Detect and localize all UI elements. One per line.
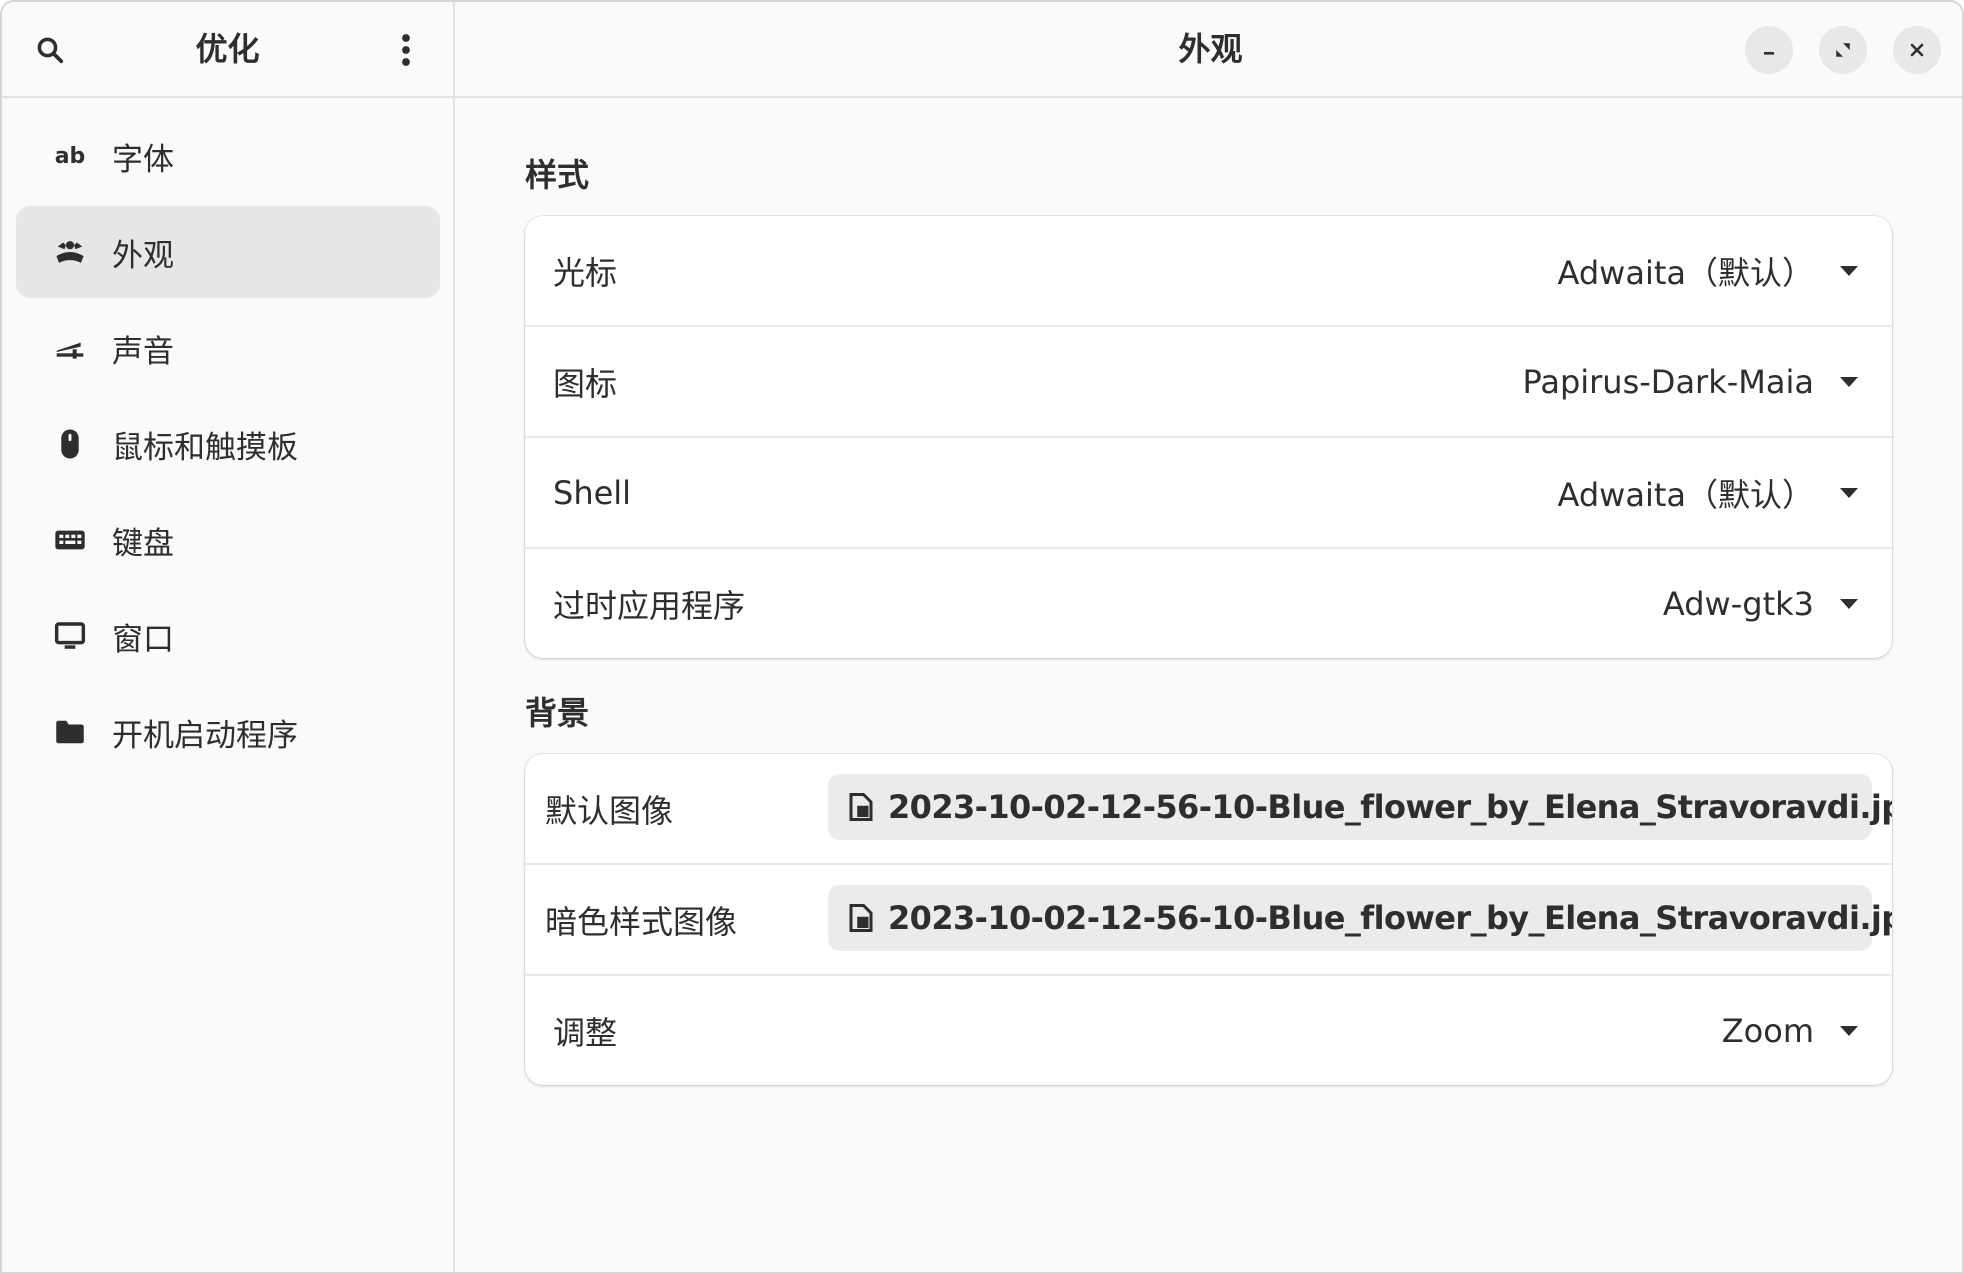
sidebar-header: 优化 [2,2,453,98]
dark-image-file-button[interactable]: 2023-10-02-12-56-10-Blue_flower_by_Elena… [828,885,1892,951]
legacy-apps-theme-label: 过时应用程序 [553,586,746,625]
dark-image-row: 暗色样式图像 2023-10-02-12-56-10-Blue_flower_b… [525,865,1892,976]
sidebar-item-label: 鼠标和触摸板 [112,429,298,466]
sidebar-item-windows[interactable]: 窗口 [16,590,440,682]
image-file-icon [848,902,874,934]
sidebar-item-label: 窗口 [112,621,174,658]
keyboard-icon [52,522,88,558]
tweaks-window: 优化 ab 字体 外观 声音 鼠标和触摸板 键盘 窗口 开机启动程序 外观 样式… [0,0,1964,1274]
default-image-label: 默认图像 [545,791,674,830]
maximize-icon [1836,43,1850,57]
search-button[interactable] [22,24,78,76]
chevron-down-icon [1840,376,1858,387]
kebab-menu-icon [402,34,410,66]
folder-icon [52,714,88,750]
default-image-file-button[interactable]: 2023-10-02-12-56-10-Blue_flower_by_Elena… [828,774,1892,840]
sidebar-item-label: 声音 [112,333,174,370]
shell-theme-label: Shell [553,473,632,512]
cursor-theme-label: 光标 [553,253,618,292]
font-ab-icon: ab [54,143,86,169]
legacy-apps-theme-value: Adw-gtk3 [1662,584,1814,623]
default-image-filename: 2023-10-02-12-56-10-Blue_flower_by_Elena… [888,788,1892,826]
icon-theme-label: 图标 [553,364,618,403]
maximize-button[interactable] [1819,26,1867,74]
styles-section-title: 样式 [525,156,590,194]
adjustment-row[interactable]: 调整 Zoom [525,976,1892,1085]
sidebar-list: ab 字体 外观 声音 鼠标和触摸板 键盘 窗口 开机启动程序 [16,110,440,782]
cursor-theme-value: Adwaita（默认） [1557,253,1814,292]
legacy-apps-theme-row[interactable]: 过时应用程序 Adw-gtk3 [525,549,1892,658]
cursor-theme-row[interactable]: 光标 Adwaita（默认） [525,216,1892,327]
adjustment-label: 调整 [553,1013,618,1052]
chevron-down-icon [1840,487,1858,498]
mouse-icon [52,426,88,462]
sidebar-item-keyboard[interactable]: 键盘 [16,494,440,586]
chevron-down-icon [1840,265,1858,276]
page-title: 外观 [1178,30,1243,68]
image-file-icon [848,791,874,823]
background-section-title: 背景 [525,694,590,732]
sidebar-item-fonts[interactable]: ab 字体 [16,110,440,202]
chevron-down-icon [1840,1025,1858,1036]
chevron-down-icon [1840,598,1858,609]
sidebar-item-label: 外观 [112,237,174,274]
appearance-icon [52,234,88,270]
dark-image-filename: 2023-10-02-12-56-10-Blue_flower_by_Elena… [888,899,1892,937]
adjustment-value: Zoom [1721,1011,1814,1050]
sidebar-item-startup-apps[interactable]: 开机启动程序 [16,686,440,778]
sidebar-item-appearance[interactable]: 外观 [16,206,440,298]
main-menu-button[interactable] [378,24,434,76]
sound-icon [52,330,88,366]
sidebar: 优化 ab 字体 外观 声音 鼠标和触摸板 键盘 窗口 开机启动程序 [2,2,455,1272]
search-icon [37,37,64,64]
shell-theme-row[interactable]: Shell Adwaita（默认） [525,438,1892,549]
main-panel: 外观 样式 光标 Adwaita（默认） 图标 Papirus-Dark-Mai… [455,2,1962,1272]
close-button[interactable] [1893,26,1941,74]
close-icon [1910,43,1924,57]
dark-image-label: 暗色样式图像 [545,902,738,941]
sidebar-item-label: 字体 [112,141,174,178]
shell-theme-value: Adwaita（默认） [1557,475,1814,514]
header-bar: 外观 [455,2,1962,98]
icon-theme-value: Papirus-Dark-Maia [1522,362,1814,401]
icon-theme-row[interactable]: 图标 Papirus-Dark-Maia [525,327,1892,438]
sidebar-item-label: 键盘 [112,525,174,562]
minimize-icon [1764,52,1774,55]
minimize-button[interactable] [1745,26,1793,74]
styles-card: 光标 Adwaita（默认） 图标 Papirus-Dark-Maia Shel… [525,216,1892,658]
sidebar-item-label: 开机启动程序 [112,717,298,754]
window-icon [52,618,88,654]
sidebar-item-mouse-touchpad[interactable]: 鼠标和触摸板 [16,398,440,490]
default-image-row: 默认图像 2023-10-02-12-56-10-Blue_flower_by_… [525,754,1892,865]
sidebar-item-sound[interactable]: 声音 [16,302,440,394]
background-card: 默认图像 2023-10-02-12-56-10-Blue_flower_by_… [525,754,1892,1085]
